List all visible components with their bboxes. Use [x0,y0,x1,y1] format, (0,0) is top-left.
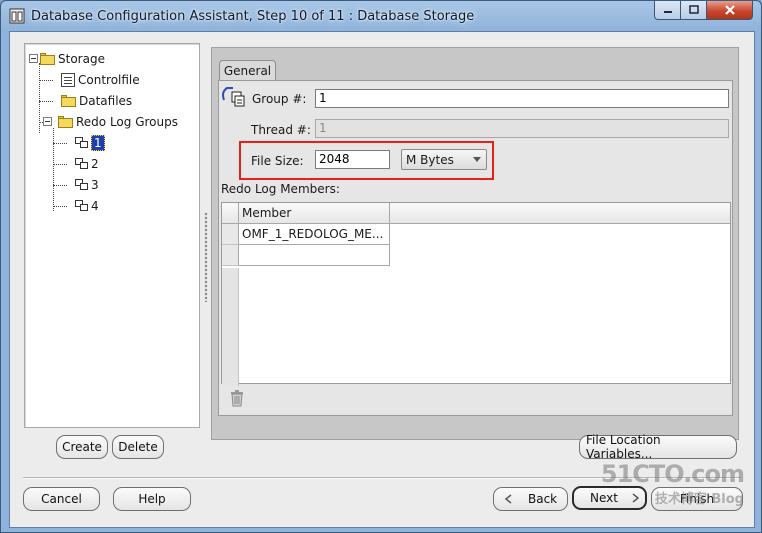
tree-item-label: Datafiles [79,94,133,108]
table-cell-member[interactable] [239,245,390,266]
row-gutter-fill [222,268,239,386]
close-button[interactable] [707,1,753,20]
tree-item-label: Controlfile [78,73,140,87]
back-button[interactable]: Back [493,487,568,511]
delete-button[interactable]: Delete [112,435,164,459]
folder-icon [40,53,55,65]
maximize-button[interactable] [681,1,707,20]
close-icon [724,5,735,15]
title-bar: Database Configuration Assistant, Step 1… [1,1,761,31]
redo-group-icon [75,137,89,149]
dbca-window: Database Configuration Assistant, Step 1… [0,0,762,533]
redo-group-icon [75,179,89,191]
file-size-highlight [239,141,494,180]
redo-group-icon [75,158,89,170]
table-header: Member [222,203,730,224]
tree-item-redo-log-groups[interactable]: Redo Log Groups [58,113,178,131]
minimize-button[interactable] [654,1,681,20]
table-corner [222,203,239,224]
divider [23,477,741,479]
folder-icon [58,116,73,128]
collapse-icon[interactable] [43,117,52,126]
tab-general[interactable]: General [219,60,276,81]
tree-connector [53,128,54,211]
tree-connector [53,185,67,186]
maximize-icon [688,5,699,14]
column-header-member[interactable]: Member [239,203,390,224]
chevron-right-icon [632,493,639,503]
tree-item-label: 4 [91,199,99,213]
redo-group-icon [75,200,89,212]
tree-item-label: Redo Log Groups [76,115,178,129]
window-title: Database Configuration Assistant, Step 1… [31,9,475,24]
dialog-client-area: Storage Controlfile Datafiles Redo Log G… [9,31,755,528]
next-button[interactable]: Next [572,486,647,510]
tree-item-group-3[interactable]: 3 [75,176,99,194]
members-table[interactable]: Member OMF_1_REDOLOG_ME... [221,202,731,386]
tree-item-controlfile[interactable]: Controlfile [61,71,140,89]
chevron-left-icon [504,494,512,504]
folder-icon [61,95,76,107]
finish-button[interactable]: Finish [651,487,743,511]
group-number-input[interactable]: 1 [315,89,729,108]
tree-item-storage[interactable]: Storage [40,50,105,68]
redo-log-group-icon [222,87,245,107]
group-label: Group #: [252,92,307,106]
tree-connector [39,80,53,81]
watermark-line-1: 51CTO.com [600,460,745,488]
cancel-button[interactable]: Cancel [23,487,100,511]
create-button[interactable]: Create [56,435,108,459]
tree-connector [53,143,67,144]
table-cell-member[interactable]: OMF_1_REDOLOG_ME... [239,224,390,245]
row-header[interactable] [222,224,239,245]
tree-item-label: Storage [58,52,105,66]
tree-item-group-4[interactable]: 4 [75,197,99,215]
redo-log-members-label: Redo Log Members: [221,182,340,196]
tree-item-datafiles[interactable]: Datafiles [61,92,132,110]
back-button-label: Back [528,492,558,506]
thread-number-input: 1 [315,119,729,138]
trash-icon[interactable] [229,389,245,407]
tree-connector [53,206,67,207]
splitter-handle[interactable] [204,212,208,302]
tree-item-label: 1 [91,135,105,151]
tree-item-label: 3 [91,178,99,192]
file-location-variables-button[interactable]: File Location Variables... [579,433,737,461]
row-header[interactable] [222,245,239,266]
tree-connector [53,164,67,165]
storage-tree[interactable]: Storage Controlfile Datafiles Redo Log G… [24,43,200,428]
tree-item-group-2[interactable]: 2 [75,155,99,173]
collapse-icon[interactable] [29,54,38,63]
next-button-label: Next [590,491,618,505]
thread-label: Thread #: [251,123,311,137]
help-button[interactable]: Help [113,487,191,511]
app-icon [9,8,25,24]
controlfile-icon [61,73,75,87]
minimize-icon [663,11,672,13]
tree-connector [39,101,53,102]
tree-item-label: 2 [91,157,99,171]
tree-item-group-1[interactable]: 1 [75,134,105,152]
